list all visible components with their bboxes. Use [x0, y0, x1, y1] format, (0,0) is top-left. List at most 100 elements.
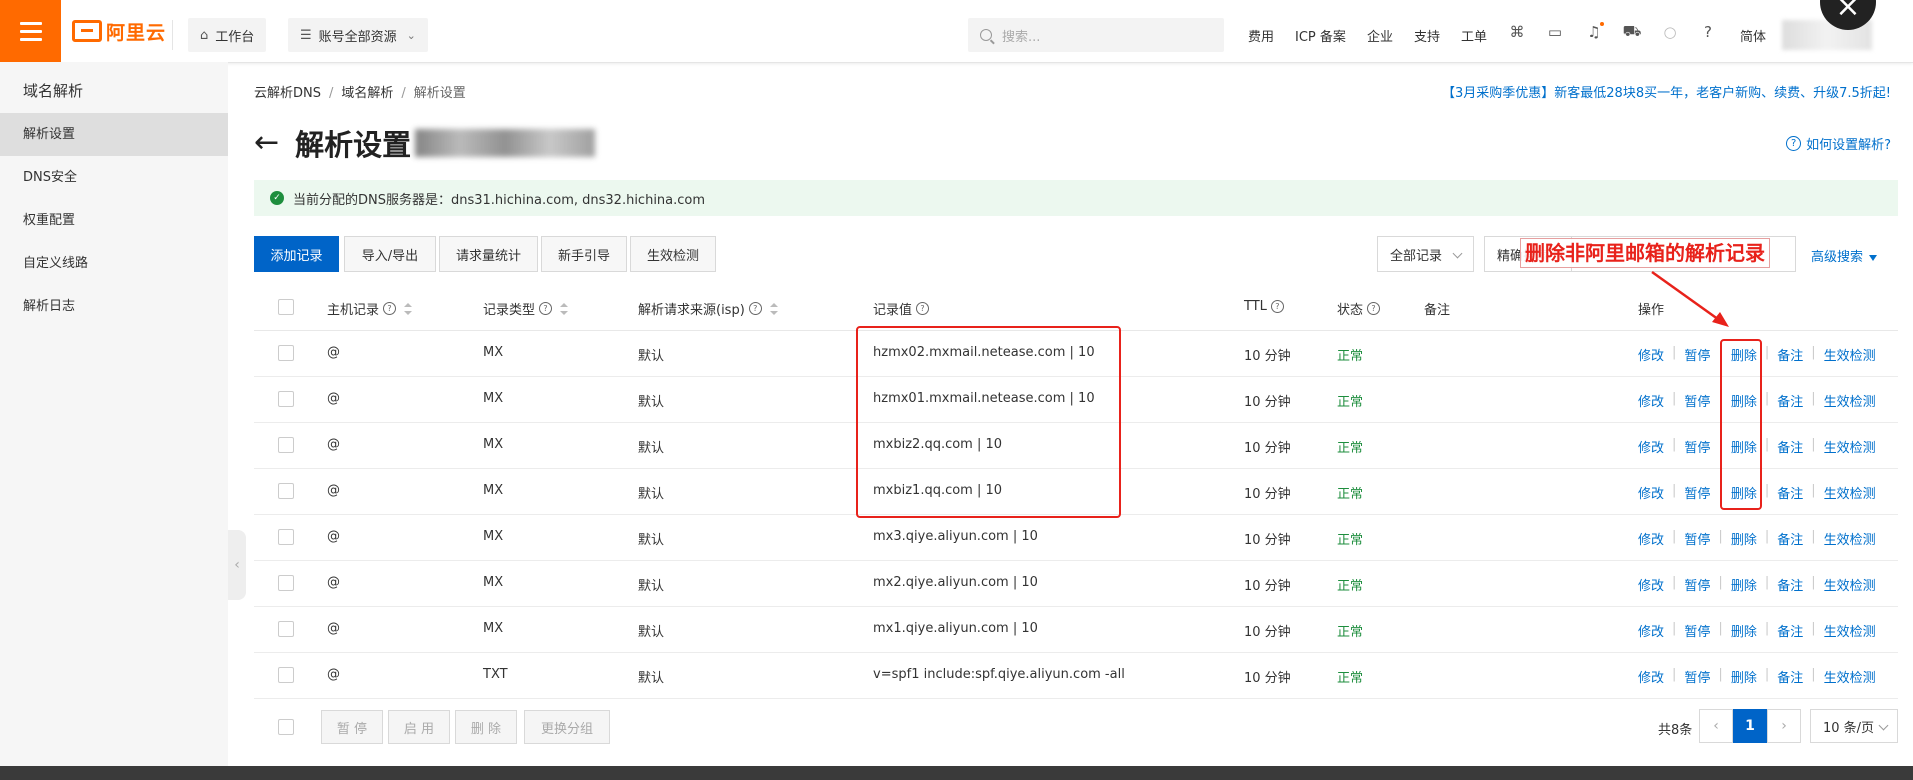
cell-ttl: 10 分钟 [1244, 487, 1291, 502]
pause-link[interactable]: 暂停 [1684, 345, 1710, 364]
sort-icon[interactable] [560, 302, 569, 315]
nav-ticket[interactable]: 工单 [1461, 26, 1487, 45]
sidebar-title: 域名解析 [23, 82, 84, 100]
menu-button[interactable] [0, 0, 61, 62]
select-all-checkbox[interactable] [278, 299, 294, 315]
check-link[interactable]: 生效检测 [1824, 529, 1876, 548]
footer-select-all-checkbox[interactable] [278, 719, 294, 735]
effect-check-button[interactable]: 生效检测 [630, 236, 716, 272]
row-checkbox[interactable] [278, 345, 294, 361]
row-checkbox[interactable] [278, 483, 294, 499]
edit-link[interactable]: 修改 [1638, 621, 1664, 640]
table-row: @ MX 默认 mx3.qiye.aliyun.com | 10 10 分钟 正常 修改 | 暂… [254, 514, 1898, 561]
check-link[interactable]: 生效检测 [1824, 667, 1876, 686]
pause-link[interactable]: 暂停 [1684, 621, 1710, 640]
pause-link[interactable]: 暂停 [1684, 575, 1710, 594]
cell-value: mx3.qiye.aliyun.com | 10 [873, 529, 1038, 544]
nav-icp[interactable]: ICP 备案 [1295, 26, 1346, 45]
sidebar-item-custom-line[interactable]: 自定义线路 [0, 242, 228, 285]
account-resources-dropdown[interactable]: ☰ 账号全部资源 ⌄ [288, 18, 428, 52]
add-record-button[interactable]: 添加记录 [254, 236, 339, 272]
pause-link[interactable]: 暂停 [1684, 437, 1710, 456]
row-checkbox[interactable] [278, 529, 294, 545]
breadcrumb-cloud-dns[interactable]: 云解析DNS [254, 86, 321, 101]
sidebar-item-dns-security[interactable]: DNS安全 [0, 156, 228, 199]
check-link[interactable]: 生效检测 [1824, 391, 1876, 410]
delete-link[interactable]: 删除 [1731, 529, 1757, 548]
terminal-icon[interactable]: ▭ [1545, 22, 1565, 42]
pause-link[interactable]: 暂停 [1684, 667, 1710, 686]
check-link[interactable]: 生效检测 [1824, 575, 1876, 594]
import-export-button[interactable]: 导入/导出 [344, 236, 436, 272]
sidebar-item-dns-settings[interactable]: 解析设置 [0, 113, 228, 156]
edit-link[interactable]: 修改 [1638, 575, 1664, 594]
record-filter-select[interactable]: 全部记录 [1377, 236, 1474, 272]
next-page-button[interactable]: › [1767, 709, 1801, 743]
code-icon[interactable]: ⌘ [1507, 22, 1527, 42]
remark-link[interactable]: 备注 [1777, 575, 1803, 594]
aliyun-logo[interactable]: 阿里云 [72, 16, 166, 46]
back-arrow-icon[interactable]: ← [254, 128, 279, 158]
request-stats-button[interactable]: 请求量统计 [439, 236, 538, 272]
page-size-select[interactable]: 10 条/页 [1810, 709, 1898, 743]
edit-link[interactable]: 修改 [1638, 345, 1664, 364]
advanced-search-toggle[interactable]: 高级搜索 [1811, 246, 1878, 265]
nav-support[interactable]: 支持 [1414, 26, 1440, 45]
help-link[interactable]: ? 如何设置解析? [1786, 134, 1891, 153]
delete-link[interactable]: 删除 [1731, 621, 1757, 640]
remark-link[interactable]: 备注 [1777, 529, 1803, 548]
edit-link[interactable]: 修改 [1638, 483, 1664, 502]
page-header: ← 解析设置 [254, 122, 596, 164]
row-checkbox[interactable] [278, 437, 294, 453]
remark-link[interactable]: 备注 [1777, 345, 1803, 364]
sort-icon[interactable] [769, 302, 778, 315]
edit-link[interactable]: 修改 [1638, 529, 1664, 548]
lightbulb-icon[interactable]: ○ [1660, 22, 1680, 42]
pause-link[interactable]: 暂停 [1684, 529, 1710, 548]
search-input[interactable]: 搜索... [968, 18, 1224, 52]
promo-banner-link[interactable]: 【3月采购季优惠】新客最低28块8买一年，老客户新购、续费、升级7.5折起! [1442, 82, 1891, 101]
beginner-guide-button[interactable]: 新手引导 [541, 236, 627, 272]
edit-link[interactable]: 修改 [1638, 437, 1664, 456]
sort-icon[interactable] [404, 302, 413, 315]
pause-link[interactable]: 暂停 [1684, 483, 1710, 502]
language-switch[interactable]: 简体 [1740, 26, 1766, 45]
remark-link[interactable]: 备注 [1777, 437, 1803, 456]
breadcrumb-domain-resolution[interactable]: 域名解析 [341, 86, 393, 101]
cell-value: mx2.qiye.aliyun.com | 10 [873, 575, 1038, 590]
check-link[interactable]: 生效检测 [1824, 345, 1876, 364]
header-type: 记录类型? [483, 299, 569, 318]
cart-icon[interactable]: ⛟ [1622, 22, 1642, 42]
prev-page-button[interactable]: ‹ [1699, 709, 1733, 743]
check-link[interactable]: 生效检测 [1824, 483, 1876, 502]
sidebar-item-dns-log[interactable]: 解析日志 [0, 285, 228, 328]
change-group-button[interactable]: 更换分组 [524, 710, 610, 744]
help-icon[interactable]: ? [1698, 22, 1718, 42]
remark-link[interactable]: 备注 [1777, 483, 1803, 502]
row-checkbox[interactable] [278, 621, 294, 637]
question-icon: ? [539, 302, 553, 315]
row-checkbox[interactable] [278, 667, 294, 683]
pause-link[interactable]: 暂停 [1684, 391, 1710, 410]
check-link[interactable]: 生效检测 [1824, 437, 1876, 456]
remark-link[interactable]: 备注 [1777, 667, 1803, 686]
sidebar-item-weight-config[interactable]: 权重配置 [0, 199, 228, 242]
workbench-button[interactable]: ⌂ 工作台 [188, 18, 267, 52]
batch-pause-button[interactable]: 暂 停 [321, 710, 383, 744]
sidebar-collapse-handle[interactable]: ‹ [228, 530, 246, 600]
batch-delete-button[interactable]: 删 除 [455, 710, 517, 744]
batch-enable-button[interactable]: 启 用 [388, 710, 450, 744]
edit-link[interactable]: 修改 [1638, 391, 1664, 410]
nav-enterprise[interactable]: 企业 [1367, 26, 1393, 45]
delete-link[interactable]: 删除 [1731, 667, 1757, 686]
cell-isp: 默认 [638, 487, 665, 502]
row-checkbox[interactable] [278, 391, 294, 407]
nav-fees[interactable]: 费用 [1248, 26, 1274, 45]
remark-link[interactable]: 备注 [1777, 391, 1803, 410]
check-link[interactable]: 生效检测 [1824, 621, 1876, 640]
remark-link[interactable]: 备注 [1777, 621, 1803, 640]
edit-link[interactable]: 修改 [1638, 667, 1664, 686]
delete-link[interactable]: 删除 [1731, 575, 1757, 594]
page-1-button[interactable]: 1 [1733, 709, 1767, 743]
row-checkbox[interactable] [278, 575, 294, 591]
